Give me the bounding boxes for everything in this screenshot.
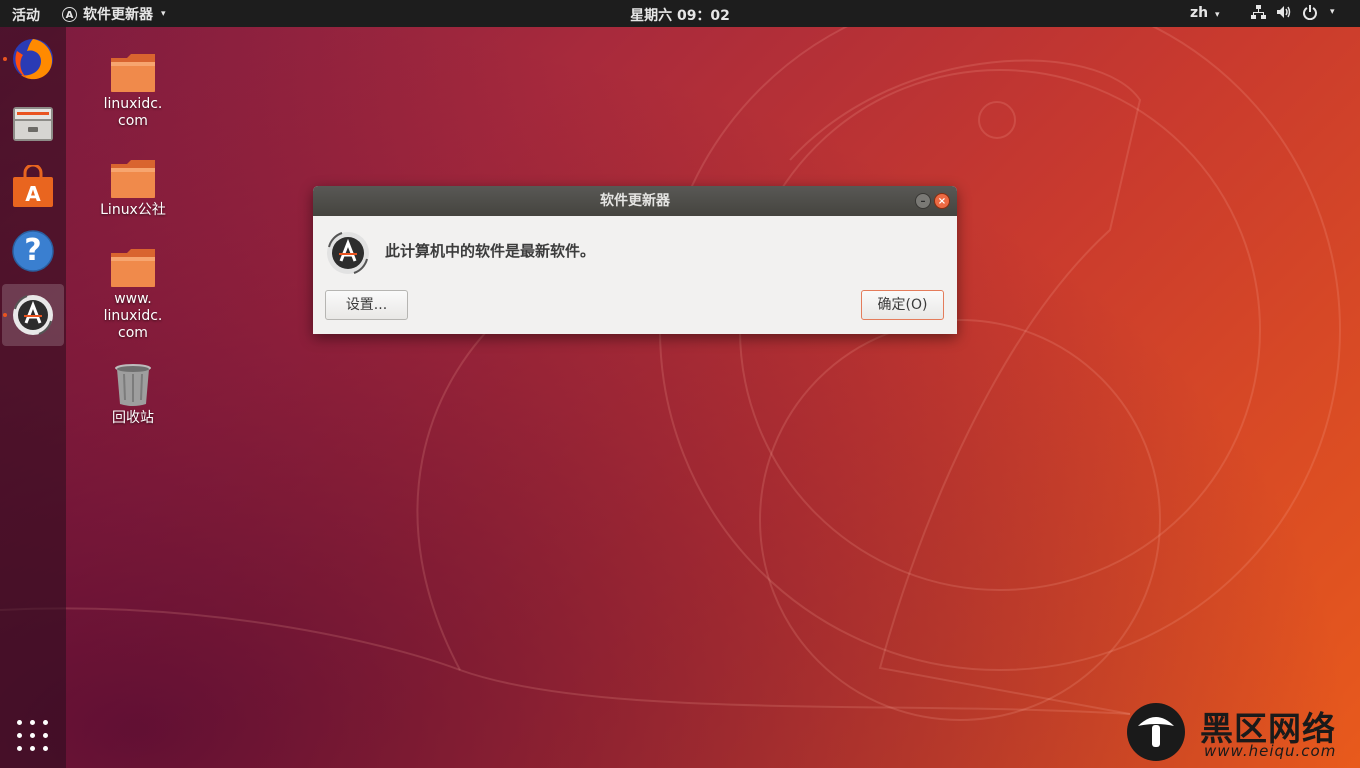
desktop-icon-label: linuxidc. com <box>103 96 163 129</box>
folder-icon <box>111 160 155 198</box>
dock-item-software-center[interactable]: A <box>2 156 64 218</box>
dock: A ? <box>0 27 66 768</box>
ok-button[interactable]: 确定(O) <box>861 290 944 320</box>
dock-item-help[interactable]: ? <box>2 220 64 282</box>
watermark: 黑区网络 www.heiqu.com <box>1126 700 1356 764</box>
power-icon <box>1303 5 1317 20</box>
minimize-button[interactable]: – <box>915 193 931 209</box>
software-updater-icon <box>13 295 53 335</box>
folder-icon <box>111 54 155 92</box>
dialog-message: 此计算机中的软件是最新软件。 <box>385 242 596 260</box>
help-glyph: ? <box>24 233 42 268</box>
desktop-icon-label: 回收站 <box>112 410 154 426</box>
dock-item-firefox[interactable] <box>2 28 64 90</box>
dialog-titlebar[interactable]: 软件更新器 – × <box>313 186 957 216</box>
close-button[interactable]: × <box>934 193 950 209</box>
firefox-icon <box>13 39 53 80</box>
desktop-icon-label: Linux公社 <box>100 202 166 218</box>
clock[interactable]: 星期六 09：02 <box>630 8 730 24</box>
watermark-url: www.heiqu.com <box>1204 742 1337 760</box>
system-menu[interactable]: ▾ <box>1250 4 1335 20</box>
mushroom-logo-icon <box>1127 703 1185 761</box>
desktop-trash[interactable]: 回收站 <box>88 360 178 427</box>
input-method-label: zh <box>1190 5 1209 21</box>
software-center-icon: A <box>13 165 53 207</box>
desktop-icon-label: www. linuxidc. com <box>103 291 163 341</box>
show-applications-icon[interactable] <box>17 720 49 752</box>
svg-text:A: A <box>25 182 41 206</box>
activities-button[interactable]: 活动 <box>12 5 40 25</box>
dialog-title: 软件更新器 <box>600 193 670 209</box>
desktop-folder-linux-gongshe[interactable]: Linux公社 <box>88 158 178 219</box>
wallpaper-art <box>0 0 1341 721</box>
dock-item-software-updater[interactable] <box>2 284 64 346</box>
input-method-menu[interactable]: zh ▾ <box>1190 5 1220 21</box>
software-updater-icon: A <box>62 6 77 22</box>
top-bar: 活动 A 软件更新器 ▾ 星期六 09：02 zh ▾ ▾ <box>0 0 1360 27</box>
running-indicator <box>3 313 7 317</box>
app-menu[interactable]: A 软件更新器 ▾ <box>62 4 166 24</box>
chevron-down-icon: ▾ <box>1330 7 1335 17</box>
desktop-folder-www-linuxidc-com[interactable]: www. linuxidc. com <box>88 247 178 342</box>
files-icon <box>13 107 53 141</box>
running-indicator <box>3 57 7 61</box>
software-updater-dialog: 软件更新器 – × 此计算机中的软件是最新软件。 设置... 确定(O) <box>313 186 957 334</box>
volume-icon <box>1277 6 1291 18</box>
app-menu-label: 软件更新器 <box>83 7 153 23</box>
folder-icon <box>111 249 155 287</box>
desktop-folder-linuxidc-com[interactable]: linuxidc. com <box>88 52 178 130</box>
chevron-down-icon: ▾ <box>161 9 166 19</box>
settings-button[interactable]: 设置... <box>325 290 408 320</box>
trash-icon <box>115 364 151 406</box>
network-icon <box>1251 5 1266 19</box>
dock-item-files[interactable] <box>2 92 64 154</box>
dialog-body: 此计算机中的软件是最新软件。 设置... 确定(O) <box>313 216 957 334</box>
software-updater-icon <box>327 232 369 274</box>
chevron-down-icon: ▾ <box>1215 10 1220 20</box>
